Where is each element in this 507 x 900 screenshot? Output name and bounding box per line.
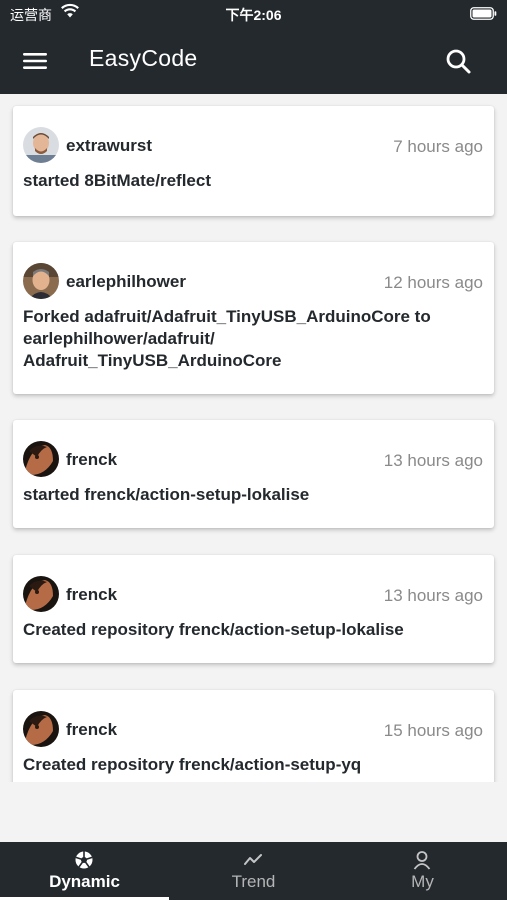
event-time: 7 hours ago — [393, 137, 483, 156]
tab-label: My — [411, 872, 434, 891]
event-description: Forked adafruit/Adafruit_TinyUSB_Arduino… — [23, 307, 431, 370]
avatar — [23, 127, 59, 163]
trend-icon — [243, 850, 263, 870]
event-description: Created repository frenck/action-setup-y… — [23, 755, 362, 774]
page-title: EasyCode — [89, 45, 198, 71]
avatar — [23, 263, 59, 299]
event-username[interactable]: frenck — [66, 450, 117, 470]
event-time: 12 hours ago — [383, 273, 483, 292]
event-card[interactable]: frenck 15 hours ago Created repository f… — [13, 690, 494, 782]
event-card[interactable]: earlephilhower 12 hours ago Forked adafr… — [13, 242, 494, 394]
event-username[interactable]: frenck — [66, 720, 117, 740]
tab-label: Trend — [231, 872, 276, 891]
avatar — [23, 711, 59, 747]
event-card[interactable]: frenck 13 hours ago started frenck/actio… — [13, 420, 494, 528]
app-bar: 运营商 下午2:06 EasyCode — [0, 0, 507, 94]
event-card[interactable]: extrawurst 7 hours ago started 8BitMate/… — [13, 106, 494, 216]
event-description: started frenck/action-setup-lokalise — [23, 485, 310, 504]
event-description: Created repository frenck/action-setup-l… — [23, 620, 404, 639]
event-description: started 8BitMate/reflect — [23, 171, 212, 190]
menu-icon[interactable] — [20, 46, 50, 76]
event-feed[interactable]: extrawurst 7 hours ago started 8BitMate/… — [0, 94, 507, 782]
tab-my[interactable]: My — [338, 842, 507, 900]
battery-icon — [470, 7, 497, 23]
event-username[interactable]: frenck — [66, 585, 117, 605]
person-icon — [412, 850, 432, 870]
event-time: 15 hours ago — [383, 721, 483, 740]
tab-label: Dynamic — [49, 872, 120, 891]
aperture-icon — [74, 850, 94, 870]
event-time: 13 hours ago — [383, 586, 483, 605]
bottom-navigation: Dynamic Trend My — [0, 842, 507, 900]
search-icon[interactable] — [443, 46, 473, 76]
event-username[interactable]: earlephilhower — [66, 272, 186, 292]
tab-trend[interactable]: Trend — [169, 842, 338, 900]
event-username[interactable]: extrawurst — [66, 136, 152, 156]
event-time: 13 hours ago — [383, 451, 483, 470]
event-card[interactable]: frenck 13 hours ago Created repository f… — [13, 555, 494, 663]
toolbar: EasyCode — [0, 28, 507, 94]
avatar — [23, 576, 59, 612]
avatar — [23, 441, 59, 477]
tab-dynamic[interactable]: Dynamic — [0, 842, 169, 900]
status-time: 下午2:06 — [225, 7, 282, 23]
status-bar: 运营商 下午2:06 — [0, 0, 507, 28]
